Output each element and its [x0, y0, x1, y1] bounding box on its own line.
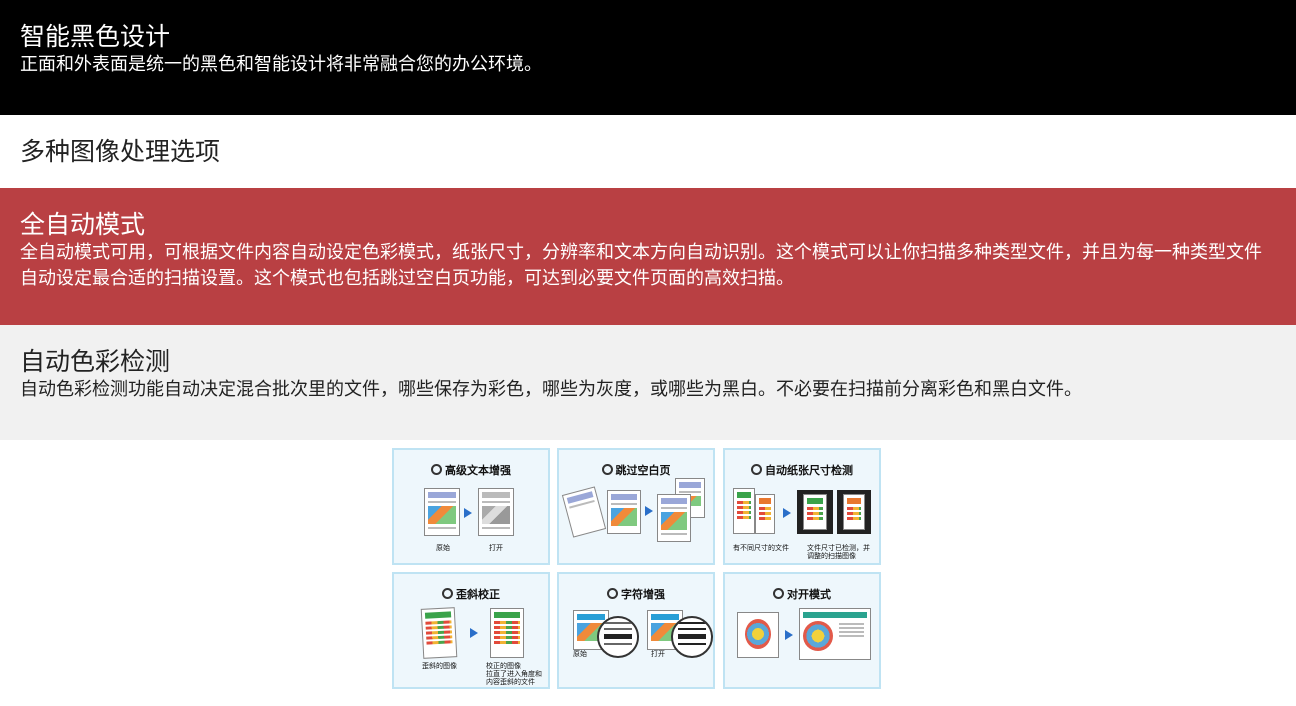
color-detect-section: 自动色彩检测 自动色彩检测功能自动决定混合批次里的文件，哪些保存为彩色，哪些为灰… — [0, 325, 1296, 440]
caption-right-2: 拉直了进入角度和 — [486, 670, 542, 678]
feature-title: 字符增强 — [559, 586, 713, 602]
caption-left: 有不同尺寸的文件 — [733, 544, 789, 552]
caption-right-1: 文件尺寸已检测，并 — [807, 544, 870, 552]
feature-tile-deskew: 歪斜校正 歪斜的图像 校正的图像 拉直了进入角度和 内容歪斜的文件 — [392, 572, 550, 689]
caption-right-1: 校正的图像 — [486, 662, 521, 670]
arrow-right-icon — [783, 508, 791, 518]
arrow-right-icon — [645, 506, 653, 516]
feature-tile-skip-blank: 跳过空白页 — [557, 448, 715, 565]
arrow-right-icon — [464, 508, 472, 518]
page-image — [607, 490, 641, 534]
feature-title: 高级文本增强 — [394, 462, 548, 478]
caption-right-3: 内容歪斜的文件 — [486, 678, 535, 686]
section-title: 多种图像处理选项 — [20, 137, 221, 166]
enhanced-document-image — [478, 488, 514, 536]
scanned-image — [797, 490, 833, 534]
feature-tile-text-enhance: 高级文本增强 原始 打开 — [392, 448, 550, 565]
auto-mode-section: 全自动模式 全自动模式可用，可根据文件内容自动设定色彩模式，纸张尺寸，分辨率和文… — [0, 188, 1296, 325]
section-text: 正面和外表面是统一的黑色和智能设计将非常融合您的办公环境。 — [20, 54, 542, 75]
feature-title: 自动纸张尺寸检测 — [725, 462, 879, 478]
feature-illustration-grid: 高级文本增强 原始 打开 跳过空白页 自动纸张尺寸检测 有不同尺寸的文件 文件尺… — [392, 448, 883, 691]
skewed-document-image — [420, 607, 458, 659]
arrow-right-icon — [470, 628, 478, 638]
document-image — [755, 494, 775, 534]
blank-page-image — [561, 486, 607, 538]
smart-black-section: 智能黑色设计 正面和外表面是统一的黑色和智能设计将非常融合您的办公环境。 — [0, 0, 1296, 115]
document-image — [733, 488, 755, 534]
section-text: 自动色彩检测功能自动决定混合批次里的文件，哪些保存为彩色，哪些为灰度，或哪些为黑… — [20, 379, 1082, 400]
section-title: 智能黑色设计 — [20, 22, 171, 51]
folded-document-image — [737, 612, 779, 658]
section-title: 自动色彩检测 — [20, 347, 171, 376]
feature-title: 跳过空白页 — [559, 462, 713, 478]
caption-left: 原始 — [436, 544, 450, 552]
feature-tile-split-mode: 对开模式 — [723, 572, 881, 689]
section-title: 全自动模式 — [20, 210, 146, 239]
section-text: 全自动模式可用，可根据文件内容自动设定色彩模式，纸张尺寸，分辨率和文本方向自动识… — [20, 242, 1262, 289]
spread-document-image — [799, 608, 871, 660]
caption-right-2: 调整的扫描图像 — [807, 552, 856, 560]
magnifier-original-image — [597, 616, 639, 658]
feature-title: 对开模式 — [725, 586, 879, 602]
caption-right: 打开 — [651, 650, 665, 658]
output-page-image — [657, 494, 691, 542]
original-document-image — [424, 488, 460, 536]
caption-left: 歪斜的图像 — [422, 662, 457, 670]
caption-right: 打开 — [489, 544, 503, 552]
image-options-section: 多种图像处理选项 — [0, 115, 1296, 188]
arrow-right-icon — [785, 630, 793, 640]
caption-left: 原始 — [573, 650, 587, 658]
corrected-document-image — [490, 608, 524, 658]
scanned-image — [837, 490, 871, 534]
magnifier-enhanced-image — [671, 616, 713, 658]
feature-tile-char-enhance: 字符增强 原始 打开 — [557, 572, 715, 689]
feature-title: 歪斜校正 — [394, 586, 548, 602]
feature-tile-paper-size: 自动纸张尺寸检测 有不同尺寸的文件 文件尺寸已检测，并 调整的扫描图像 — [723, 448, 881, 565]
